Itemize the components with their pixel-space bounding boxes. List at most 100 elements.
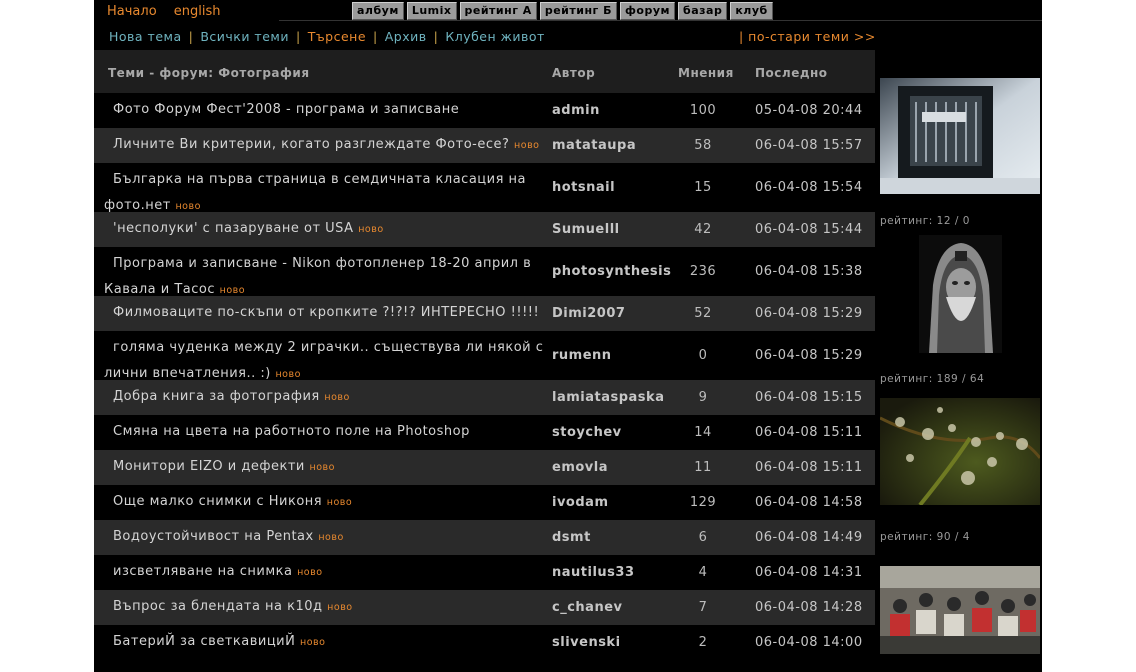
author-link[interactable]: hotsnail	[552, 180, 615, 195]
post-count: 7	[698, 600, 708, 615]
author-link[interactable]: dsmt	[552, 530, 591, 545]
topic-link[interactable]: Смяна на цвета на работното поле на Phot…	[104, 419, 544, 445]
topic-link[interactable]: Личните Ви критерии, когато разглеждате …	[104, 132, 544, 159]
nav-english-link[interactable]: english	[174, 4, 221, 19]
author-link[interactable]: rumenn	[552, 348, 612, 363]
top-nav: Начало english	[107, 4, 234, 20]
nav-club-life[interactable]: Клубен живот	[445, 29, 545, 44]
table-row: 'несполуки' с пазаруване от USA ново Sumu…	[94, 212, 875, 247]
post-count: 2	[698, 635, 708, 650]
topic-title[interactable]: Добра книга за фотография	[113, 389, 320, 404]
photo-thumb[interactable]	[919, 235, 1002, 353]
photo-thumb[interactable]	[880, 78, 1040, 194]
tab-album[interactable]: албум	[352, 2, 404, 20]
forum-nav: Нова тема | Всички теми | Търсене | Архив | Клуб…	[109, 29, 545, 44]
topic-title[interactable]: Водоустойчивост на Pentax	[113, 529, 314, 544]
photo-thumb[interactable]	[880, 398, 1040, 505]
topic-title[interactable]: Личните Ви критерии, когато разглеждате …	[113, 137, 509, 152]
page: Начало english албум Lumix рейтинг А рей…	[94, 0, 1042, 672]
tab-rating-b[interactable]: рейтинг Б	[539, 2, 618, 20]
new-badge: ново	[326, 497, 353, 508]
last-post-time: 06-04-08 15:11	[755, 460, 863, 475]
author-link[interactable]: slivenski	[552, 635, 621, 650]
table-row: Смяна на цвета на работното поле на Phot…	[94, 415, 875, 450]
nav-archive[interactable]: Архив	[385, 29, 427, 44]
post-count: 11	[694, 460, 712, 475]
topic-title[interactable]: 'несполуки' с пазаруване от USA	[113, 221, 354, 236]
table-row: Въпрос за блендата на к10д ново c_chanev 7…	[94, 590, 875, 625]
header-topic: Теми - форум: Фотография	[108, 66, 310, 80]
topic-title[interactable]: голяма чуденка между 2 играчки.. съществ…	[104, 340, 543, 381]
topic-title[interactable]: изсветляване на снимка	[113, 564, 292, 579]
author-link[interactable]: stoychev	[552, 425, 622, 440]
topic-list: Фото Форум Фест'2008 - програма и записв…	[94, 93, 875, 660]
topic-title[interactable]: Българка на първа страница в семдичната …	[104, 172, 526, 213]
post-count: 129	[689, 495, 717, 510]
topic-title[interactable]: Филмоваците по-скъпи от кропките ?!?!? И…	[113, 305, 539, 320]
nav-separator: |	[295, 29, 301, 44]
last-post-time: 05-04-08 20:44	[755, 103, 863, 118]
tab-bazaar[interactable]: базар	[678, 2, 728, 20]
topic-link[interactable]: Водоустойчивост на Pentax ново	[104, 524, 544, 551]
post-count: 52	[694, 306, 712, 321]
author-link[interactable]: c_chanev	[552, 600, 623, 615]
last-post-time: 06-04-08 15:54	[755, 180, 863, 195]
rating-label: рейтинг: 12 / 0	[880, 215, 970, 227]
tab-rating-a[interactable]: рейтинг А	[459, 2, 537, 20]
author-link[interactable]: matataupa	[552, 138, 636, 153]
topic-title[interactable]: Още малко снимки с Никоня	[113, 494, 322, 509]
author-link[interactable]: lamiataspaska	[552, 390, 664, 405]
tab-lumix[interactable]: Lumix	[406, 2, 457, 20]
topic-link[interactable]: Добра книга за фотография ново	[104, 384, 544, 411]
header-last: Последно	[755, 66, 828, 80]
photo-scooter-crowd	[880, 566, 1040, 654]
topic-title[interactable]: Въпрос за блендата на к10д	[113, 599, 323, 614]
author-link[interactable]: Dimi2007	[552, 306, 625, 321]
nav-search[interactable]: Търсене	[308, 29, 366, 44]
table-row: изсветляване на снимка ново nautilus33 4 06…	[94, 555, 875, 590]
last-post-time: 06-04-08 14:49	[755, 530, 863, 545]
table-row: Фото Форум Фест'2008 - програма и записв…	[94, 93, 875, 128]
topic-title[interactable]: БатериЙ за светкавициЙ	[113, 634, 295, 649]
topic-link[interactable]: Въпрос за блендата на к10д ново	[104, 594, 544, 621]
author-link[interactable]: nautilus33	[552, 565, 635, 580]
new-badge: ново	[514, 140, 540, 151]
photo-thumb[interactable]	[880, 566, 1040, 654]
topic-title[interactable]: Смяна на цвета на работното поле на Phot…	[113, 424, 470, 439]
topic-title[interactable]: Програма и записване - Nikon фотопленер …	[104, 256, 531, 297]
nav-new-topic[interactable]: Нова тема	[109, 29, 182, 44]
tab-club[interactable]: клуб	[730, 2, 773, 20]
photo-architecture	[880, 78, 1040, 194]
post-count: 42	[694, 222, 712, 237]
header-author: Автор	[552, 66, 596, 80]
table-header: Теми - форум: Фотография Автор Мнения По…	[94, 50, 875, 93]
topic-link[interactable]: Монитори EIZO и дефекти ново	[104, 454, 544, 481]
last-post-time: 06-04-08 15:38	[755, 264, 863, 279]
last-post-time: 06-04-08 14:31	[755, 565, 863, 580]
rating-label: рейтинг: 90 / 4	[880, 531, 970, 543]
topic-title[interactable]: Фото Форум Фест'2008 - програма и записв…	[113, 102, 459, 117]
author-link[interactable]: ivodam	[552, 495, 609, 510]
nav-home-link[interactable]: Начало	[107, 4, 157, 19]
author-link[interactable]: emovla	[552, 460, 608, 475]
nav-all-topics[interactable]: Всички теми	[200, 29, 289, 44]
older-topics-link[interactable]: | по-стари теми >>	[739, 29, 876, 44]
new-badge: ново	[219, 285, 246, 296]
table-row: Водоустойчивост на Pentax ново dsmt 6 06-04…	[94, 520, 875, 555]
last-post-time: 06-04-08 14:00	[755, 635, 863, 650]
last-post-time: 06-04-08 14:58	[755, 495, 863, 510]
topic-link[interactable]: изсветляване на снимка ново	[104, 559, 544, 586]
topic-link[interactable]: Още малко снимки с Никоня ново	[104, 489, 544, 516]
topic-link[interactable]: Фото Форум Фест'2008 - програма и записв…	[104, 97, 544, 123]
topic-title[interactable]: Монитори EIZO и дефекти	[113, 459, 305, 474]
topic-link[interactable]: 'несполуки' с пазаруване от USA ново	[104, 216, 544, 243]
author-link[interactable]: admin	[552, 103, 600, 118]
nav-separator: |	[188, 29, 194, 44]
author-link[interactable]: photosynthesis	[552, 264, 671, 279]
table-row: Програма и записване - Nikon фотопленер …	[94, 247, 875, 297]
table-row: Добра книга за фотография ново lamiataspa…	[94, 380, 875, 415]
author-link[interactable]: Sumuelll	[552, 222, 620, 237]
tab-forum[interactable]: форум	[620, 2, 676, 20]
topic-link[interactable]: БатериЙ за светкавициЙ ново	[104, 629, 544, 656]
new-badge: ново	[297, 567, 323, 578]
